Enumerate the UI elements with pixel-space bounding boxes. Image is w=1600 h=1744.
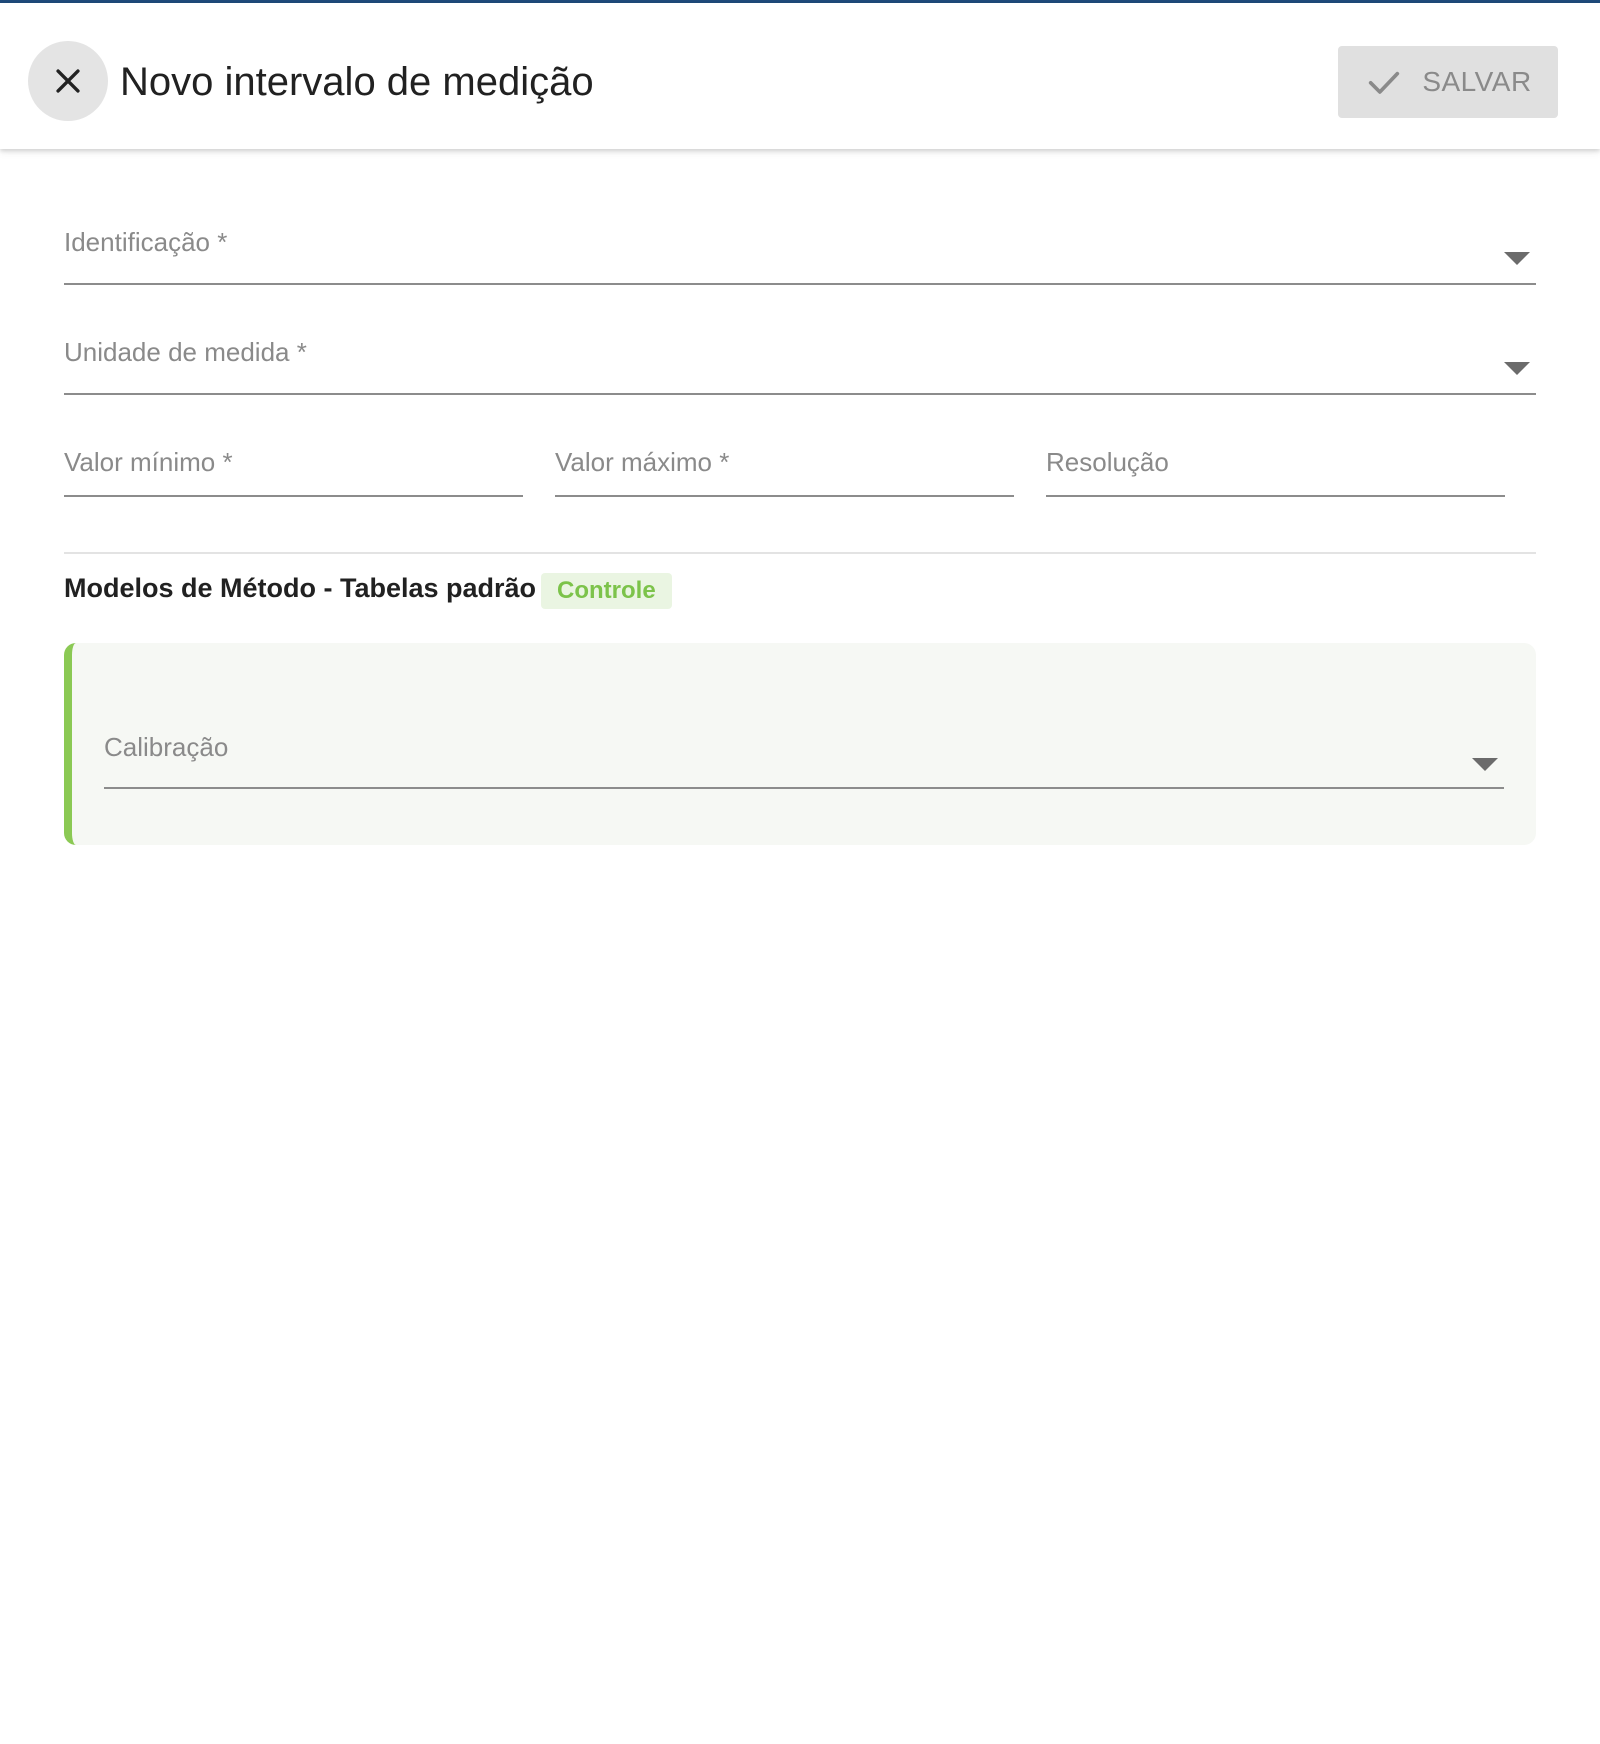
max-value-input[interactable]: Valor máximo *: [555, 439, 1014, 497]
close-button[interactable]: [28, 41, 108, 121]
caret-down-icon: [1504, 252, 1530, 265]
resolution-input[interactable]: Resolução: [1046, 439, 1505, 497]
section-divider: [64, 552, 1536, 554]
calibration-select[interactable]: Calibração: [104, 727, 1504, 789]
dialog-title: Novo intervalo de medição: [120, 60, 594, 104]
identification-select[interactable]: Identificação *: [64, 217, 1536, 285]
section-title: Modelos de Método - Tabelas padrão: [64, 573, 537, 603]
unit-select[interactable]: Unidade de medida *: [64, 327, 1536, 395]
min-value-input[interactable]: Valor mínimo *: [64, 439, 523, 497]
caret-down-icon: [1504, 362, 1530, 375]
max-value-label: Valor máximo *: [555, 447, 730, 477]
resolution-label: Resolução: [1046, 447, 1169, 477]
dialog-toolbar: Novo intervalo de medição SALVAR: [0, 3, 1600, 149]
identification-label: Identificação *: [64, 227, 228, 257]
status-badge: Controle: [541, 573, 672, 609]
calibration-label: Calibração: [104, 732, 229, 762]
caret-down-icon: [1472, 758, 1498, 771]
unit-label: Unidade de medida *: [64, 337, 307, 367]
check-icon: [1369, 71, 1400, 94]
save-button-label: SALVAR: [1422, 66, 1532, 97]
close-icon: [56, 69, 80, 93]
measurement-interval-dialog: Novo intervalo de medição SALVAR Identif…: [0, 0, 1600, 1744]
min-value-label: Valor mínimo *: [64, 447, 233, 477]
save-button[interactable]: SALVAR: [1338, 46, 1558, 118]
